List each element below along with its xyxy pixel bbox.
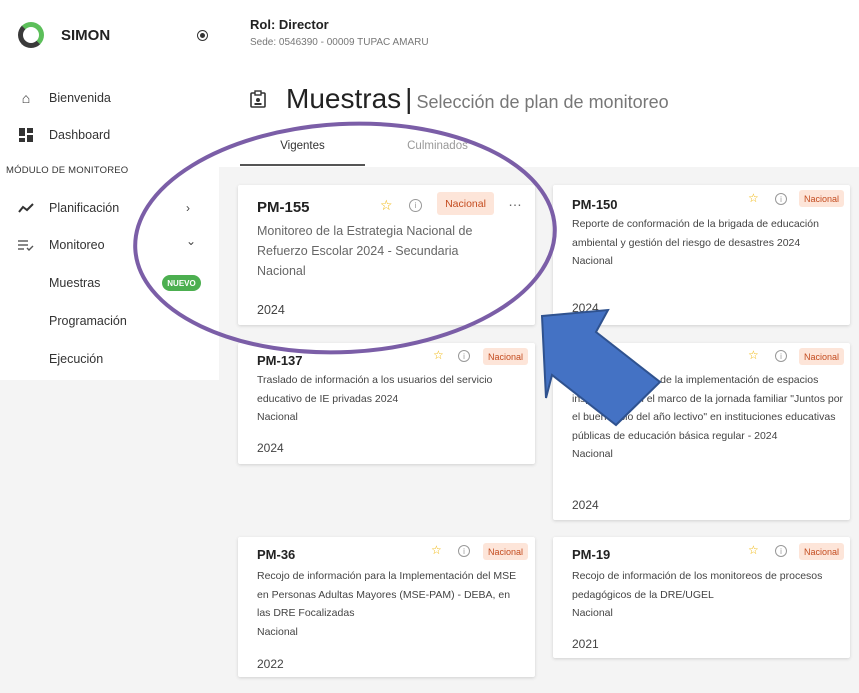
plan-description: Recojo de información de los monitoreos …: [572, 570, 823, 619]
sidebar-subitem-ejecucion[interactable]: Ejecución: [0, 344, 219, 374]
sidebar-item-label: Muestras: [49, 276, 101, 290]
star-icon[interactable]: ☆: [748, 191, 759, 205]
sidebar-item-monitoreo[interactable]: Monitoreo ⌄: [0, 230, 219, 260]
star-icon[interactable]: ☆: [431, 543, 442, 557]
role-title: Rol: Director: [250, 17, 329, 32]
plan-code: PM-19: [572, 547, 611, 562]
star-icon[interactable]: ☆: [433, 348, 444, 362]
plan-card[interactable]: ☆ i Nacional Plan de monitoreo de la imp…: [553, 343, 850, 520]
plan-year: 2022: [257, 657, 284, 671]
trend-icon: [18, 200, 34, 216]
star-icon[interactable]: ☆: [748, 348, 759, 362]
scope-badge: Nacional: [799, 543, 844, 560]
star-icon[interactable]: ☆: [748, 543, 759, 557]
plan-card[interactable]: PM-155 ☆ i Nacional … Monitoreo de la Es…: [238, 185, 535, 325]
plan-year: 2024: [572, 498, 599, 512]
more-options-icon[interactable]: …: [508, 193, 523, 209]
tabs: Vigentes Culminados: [240, 140, 859, 166]
scope-badge: Nacional: [799, 348, 844, 365]
info-icon[interactable]: i: [775, 545, 787, 557]
sidebar-item-bienvenida[interactable]: ⌂ Bienvenida: [0, 83, 219, 113]
title-separator: |: [405, 83, 413, 114]
plan-year: 2024: [257, 303, 285, 317]
sidebar-item-label: Programación: [49, 314, 127, 328]
sidebar-item-label: Dashboard: [49, 128, 111, 142]
sidebar-item-label: Ejecución: [49, 352, 104, 366]
plan-code: PM-137: [257, 353, 303, 368]
brand: SIMON: [18, 22, 208, 48]
plan-description: Traslado de información a los usuarios d…: [257, 374, 493, 423]
scope-badge: Nacional: [483, 348, 528, 365]
plan-card[interactable]: PM-19 ☆ i Nacional Recojo de información…: [553, 537, 850, 658]
plan-description: Monitoreo de la Estrategia Nacional de R…: [257, 224, 473, 278]
plan-card[interactable]: PM-150 ☆ i Nacional Reporte de conformac…: [553, 185, 850, 325]
sidebar-item-dashboard[interactable]: Dashboard: [0, 120, 219, 150]
info-icon[interactable]: i: [409, 199, 422, 212]
info-icon[interactable]: i: [775, 350, 787, 362]
app-name: SIMON: [61, 26, 111, 44]
scope-badge: Nacional: [799, 190, 844, 207]
tab-vigentes[interactable]: Vigentes: [240, 140, 365, 166]
scope-badge: Nacional: [483, 543, 528, 560]
scope-badge: Nacional: [437, 192, 494, 215]
clipboard-icon: [250, 90, 266, 113]
sede-label: Sede: 0546390 - 00009 TUPAC AMARU: [250, 37, 429, 48]
plan-description: Recojo de información para la Implementa…: [257, 570, 517, 638]
plan-year: 2024: [572, 301, 599, 315]
sidebar: SIMON ⌂ Bienvenida Dashboard MÓDULO DE M…: [0, 0, 219, 693]
page-title-main: Muestras: [286, 83, 402, 114]
sidebar-lower-area: [0, 380, 219, 693]
sidebar-item-label: Bienvenida: [49, 91, 111, 105]
star-icon[interactable]: ☆: [380, 197, 393, 214]
plan-card[interactable]: PM-137 ☆ i Nacional Traslado de informac…: [238, 343, 535, 464]
plan-code: PM-155: [257, 199, 310, 216]
list-check-icon: [18, 237, 34, 253]
sidebar-item-label: Planificación: [49, 201, 120, 215]
plan-year: 2024: [257, 441, 284, 455]
info-icon[interactable]: i: [775, 193, 787, 205]
plan-description: Reporte de conformación de la brigada de…: [572, 218, 819, 267]
dashboard-icon: [18, 127, 34, 143]
plan-card[interactable]: PM-36 ☆ i Nacional Recojo de información…: [238, 537, 535, 677]
chevron-right-icon: ›: [186, 201, 190, 215]
info-icon[interactable]: i: [458, 350, 470, 362]
sidebar-toggle-icon[interactable]: [197, 29, 208, 41]
tab-culminados[interactable]: Culminados: [365, 140, 510, 166]
info-icon[interactable]: i: [458, 545, 470, 557]
section-label: MÓDULO DE MONITOREO: [6, 165, 129, 176]
page-title: Muestras | Selección de plan de monitore…: [250, 83, 669, 115]
plan-code: PM-36: [257, 547, 296, 562]
simon-logo-icon: [18, 22, 44, 48]
new-badge: NUEVO: [162, 275, 201, 291]
sidebar-subitem-programacion[interactable]: Programación: [0, 306, 219, 336]
sidebar-item-label: Monitoreo: [49, 238, 105, 252]
chevron-down-icon: ⌄: [186, 234, 197, 248]
sidebar-item-planificacion[interactable]: Planificación ›: [0, 193, 219, 223]
page-subtitle: Selección de plan de monitoreo: [416, 92, 669, 112]
plan-year: 2021: [572, 637, 599, 651]
plan-code: PM-150: [572, 197, 618, 212]
plan-description: Plan de monitoreo de la implementación d…: [572, 374, 844, 460]
sidebar-subitem-muestras[interactable]: Muestras NUEVO: [0, 268, 219, 298]
home-icon: ⌂: [21, 90, 31, 106]
